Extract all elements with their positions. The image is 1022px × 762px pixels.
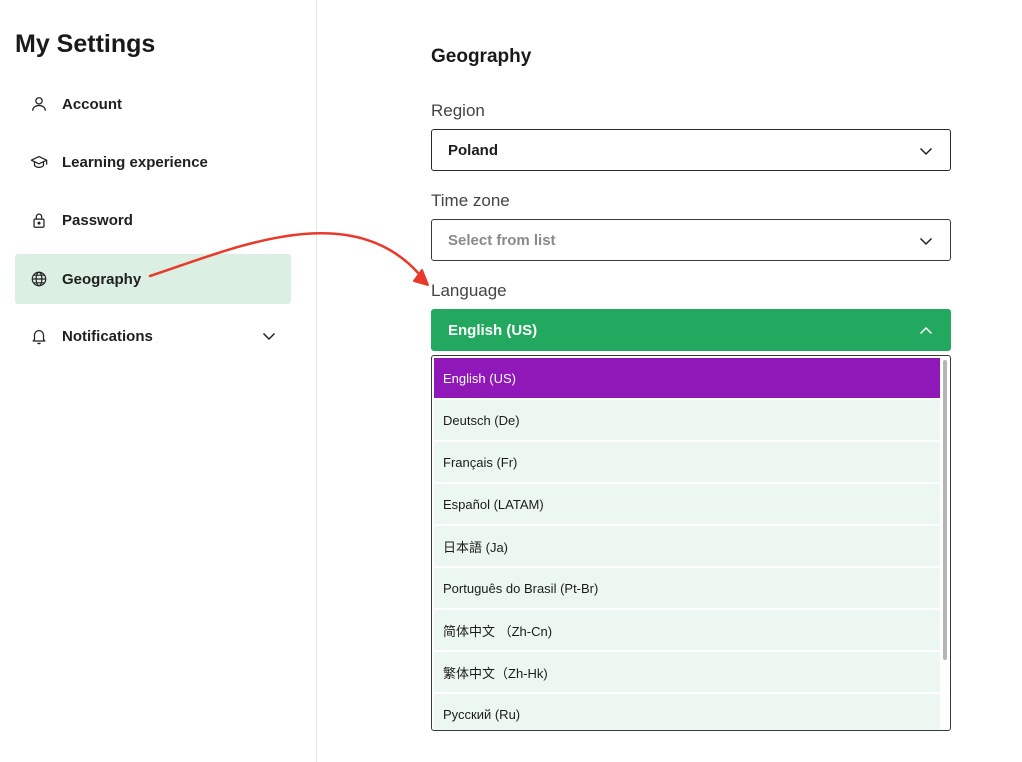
sidebar-item-geography[interactable]: Geography (15, 254, 291, 304)
language-option[interactable]: Español (LATAM) (434, 484, 940, 524)
sidebar-title: My Settings (15, 30, 156, 58)
language-select[interactable]: English (US) (431, 309, 951, 351)
user-icon (29, 94, 49, 114)
dropdown-scrollbar[interactable] (943, 360, 947, 660)
time-zone-select[interactable]: Select from list (431, 219, 951, 261)
bell-icon (29, 326, 49, 346)
sidebar-item-learning-experience[interactable]: Learning experience (15, 137, 291, 187)
language-option[interactable]: 简体中文 （Zh-Cn) (434, 610, 940, 650)
language-options-list[interactable]: English (US) Deutsch (De) Français (Fr) … (431, 355, 951, 731)
chevron-down-icon (919, 147, 933, 156)
geography-panel: Geography Region Poland Time zone Select… (318, 0, 1022, 762)
sidebar-item-label: Notifications (62, 327, 153, 345)
lock-icon (29, 210, 49, 230)
sidebar-item-notifications[interactable]: Notifications (15, 311, 291, 361)
chevron-down-icon (919, 237, 933, 246)
language-option[interactable]: 繁体中文（Zh-Hk) (434, 652, 940, 692)
language-option[interactable]: Русский (Ru) (434, 694, 940, 730)
chevron-down-icon[interactable] (261, 328, 277, 344)
sidebar-item-password[interactable]: Password (15, 195, 291, 245)
language-option[interactable]: Français (Fr) (434, 442, 940, 482)
page-title: Geography (431, 46, 532, 67)
language-value: English (US) (448, 321, 538, 339)
region-select[interactable]: Poland (431, 129, 951, 171)
region-value: Poland (448, 141, 499, 159)
sidebar-item-label: Learning experience (62, 153, 208, 171)
language-option[interactable]: Deutsch (De) (434, 400, 940, 440)
sidebar-item-label: Account (62, 95, 122, 113)
chevron-up-icon (919, 326, 933, 335)
time-zone-label: Time zone (431, 191, 510, 210)
globe-icon (29, 269, 49, 289)
language-label: Language (431, 281, 507, 300)
sidebar-item-label: Password (62, 211, 133, 229)
time-zone-placeholder: Select from list (448, 231, 556, 249)
graduation-cap-icon (29, 152, 49, 172)
sidebar-item-label: Geography (62, 270, 142, 288)
region-label: Region (431, 101, 485, 120)
language-option[interactable]: 日本語 (Ja) (434, 526, 940, 566)
language-option[interactable]: Português do Brasil (Pt-Br) (434, 568, 940, 608)
settings-sidebar: My Settings Account Learning experience … (0, 0, 317, 762)
language-option[interactable]: English (US) (434, 358, 940, 398)
sidebar-item-account[interactable]: Account (15, 79, 291, 129)
